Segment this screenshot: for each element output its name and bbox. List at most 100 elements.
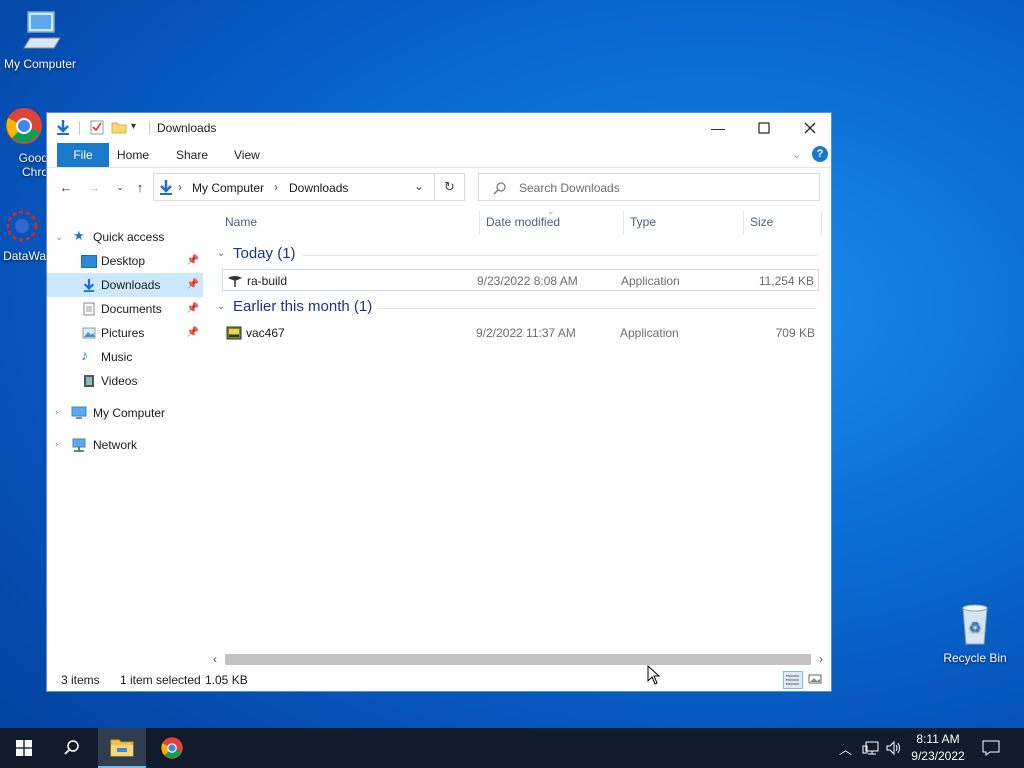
table-row-vac467[interactable]: vac467 9/2/2022 11:37 AM Application 709…	[222, 322, 819, 344]
taskbar-file-explorer[interactable]	[98, 728, 146, 768]
address-dropdown-chevron-icon[interactable]: ⌄	[414, 179, 424, 193]
group-header-today[interactable]: ⌄ Today (1)	[217, 245, 817, 265]
address-bar[interactable]: › My Computer › Downloads ⌄	[153, 173, 435, 201]
sidebar-item-label: Quick access	[93, 230, 165, 244]
videos-icon	[84, 375, 94, 387]
downloads-arrow-icon	[55, 119, 71, 138]
show-hidden-icons-chevron-icon[interactable]: ︿	[839, 739, 852, 758]
tab-file[interactable]: File	[57, 143, 109, 167]
minimize-button[interactable]: —	[695, 113, 741, 143]
group-header-earlier-this-month[interactable]: ⌄ Earlier this month (1)	[217, 298, 817, 318]
expand-ribbon-chevron-icon[interactable]: ⌄	[792, 148, 801, 161]
up-button[interactable]: ↑	[131, 178, 149, 196]
column-header-date-modified[interactable]: Date modified	[486, 215, 560, 229]
window-title: Downloads	[157, 121, 217, 135]
sidebar-item-label: Videos	[101, 374, 138, 388]
sidebar-item-music[interactable]: ♪ Music	[47, 345, 203, 369]
taskbar-chrome[interactable]	[148, 728, 196, 768]
breadcrumb-downloads[interactable]: Downloads	[289, 181, 348, 195]
refresh-button[interactable]: ↻	[435, 173, 465, 201]
refresh-icon: ↻	[444, 179, 455, 194]
desktop-icon-chrome[interactable]: Good Chro	[0, 106, 52, 179]
star-icon: ★	[73, 228, 85, 243]
details-view-button[interactable]	[783, 671, 803, 689]
desktop-icon-label: My Computer	[3, 57, 77, 71]
chevron-down-icon: ⌄	[217, 248, 226, 259]
sidebar-item-videos[interactable]: Videos	[47, 369, 203, 393]
recycle-bin-icon: ♻	[962, 604, 988, 645]
title-bar[interactable]: ▾ Downloads —	[47, 113, 831, 143]
pin-icon[interactable]: 📌	[187, 249, 199, 273]
table-row-ra-build[interactable]: ra-build 9/23/2022 8:08 AM Application 1…	[222, 269, 819, 291]
desktop-icon-label: Good Chro	[18, 151, 48, 179]
desktop-icon-my-computer[interactable]: My Computer	[0, 8, 80, 71]
sidebar-item-network[interactable]: Network	[47, 433, 203, 457]
notifications-icon[interactable]	[982, 740, 1000, 756]
mouse-cursor-icon	[647, 665, 661, 685]
up-arrow-icon: ↑	[136, 179, 144, 195]
desktop-icon-recycle-bin[interactable]: ♻ Recycle Bin	[935, 602, 1015, 665]
sidebar-item-quick-access[interactable]: ★ Quick access	[47, 225, 203, 249]
sidebar-item-pictures[interactable]: Pictures 📌	[47, 321, 203, 345]
breadcrumb-separator-icon: ›	[274, 180, 278, 194]
sidebar-item-label: Network	[93, 438, 138, 452]
volume-icon[interactable]	[885, 740, 903, 756]
sidebar-item-desktop[interactable]: Desktop 📌	[47, 249, 203, 273]
forward-button[interactable]: →	[85, 178, 103, 196]
windows-logo-icon	[16, 740, 32, 756]
desktop-icon-label: DataWa	[3, 249, 46, 263]
scroll-right-icon[interactable]: ›	[819, 652, 823, 666]
tab-view[interactable]: View	[234, 143, 260, 167]
taskbar: ︿ 8:11 AM 9/23/2022	[0, 728, 1024, 768]
recent-locations-button[interactable]: ⌄	[111, 178, 129, 196]
back-button[interactable]: ←	[57, 178, 75, 196]
pin-icon[interactable]: 📌	[187, 321, 199, 345]
navigation-bar: ← → ⌄ ↑ › My Computer › Downloads ⌄ ↻ Se…	[47, 168, 831, 206]
clock-date[interactable]: 9/23/2022	[908, 749, 968, 763]
sidebar-item-label: Pictures	[101, 326, 145, 340]
search-icon	[64, 740, 79, 755]
scrollbar-thumb[interactable]	[225, 654, 811, 665]
network-icon	[72, 438, 86, 452]
column-header-size[interactable]: Size	[750, 215, 773, 229]
column-header-type[interactable]: Type	[630, 215, 656, 229]
large-icons-view-button[interactable]	[807, 671, 825, 689]
search-box[interactable]: Search Downloads	[478, 173, 820, 201]
sidebar-item-documents[interactable]: Documents 📌	[47, 297, 203, 321]
desktop-icon-datawa[interactable]: DataWa	[0, 208, 50, 263]
sidebar-item-label: Music	[101, 350, 133, 364]
chevron-down-icon: ⌄	[217, 301, 226, 312]
computer-icon	[71, 406, 87, 419]
status-item-count: 3 items	[61, 673, 100, 687]
scroll-left-icon[interactable]: ‹	[213, 652, 217, 666]
customize-toolbar-chevron-icon[interactable]: ▾	[131, 121, 136, 132]
sidebar-item-downloads[interactable]: Downloads 📌	[47, 273, 203, 297]
pin-icon[interactable]: 📌	[187, 297, 199, 321]
close-button[interactable]	[787, 113, 833, 143]
breadcrumb-my-computer[interactable]: My Computer	[192, 181, 264, 195]
pin-icon[interactable]: 📌	[187, 273, 199, 297]
breadcrumb-separator-icon: ›	[178, 180, 182, 194]
sidebar-item-label: Documents	[101, 302, 162, 316]
pictures-icon	[82, 327, 96, 339]
new-folder-icon[interactable]	[111, 119, 127, 138]
downloads-arrow-icon	[158, 179, 174, 198]
help-icon[interactable]: ?	[812, 146, 828, 162]
svg-text:♻: ♻	[969, 619, 982, 635]
details-view-icon	[786, 675, 799, 685]
properties-icon[interactable]	[89, 119, 105, 138]
large-icons-view-icon	[808, 674, 822, 684]
column-header-name[interactable]: Name	[225, 215, 257, 229]
sidebar-item-my-computer[interactable]: My Computer	[47, 401, 203, 425]
file-list: Name ⌄ Date modified Type Size ⌄ Today (…	[213, 206, 833, 659]
taskbar-search-button[interactable]	[48, 728, 96, 768]
network-status-icon[interactable]	[862, 740, 880, 756]
clock-time[interactable]: 8:11 AM	[908, 732, 968, 746]
maximize-button[interactable]	[741, 113, 787, 143]
start-button[interactable]	[0, 728, 48, 768]
tab-home[interactable]: Home	[117, 143, 149, 167]
sidebar-item-label: Desktop	[101, 254, 146, 268]
horizontal-scrollbar[interactable]: ‹ ›	[213, 651, 829, 668]
music-note-icon: ♪	[81, 347, 88, 363]
tab-share[interactable]: Share	[176, 143, 208, 167]
